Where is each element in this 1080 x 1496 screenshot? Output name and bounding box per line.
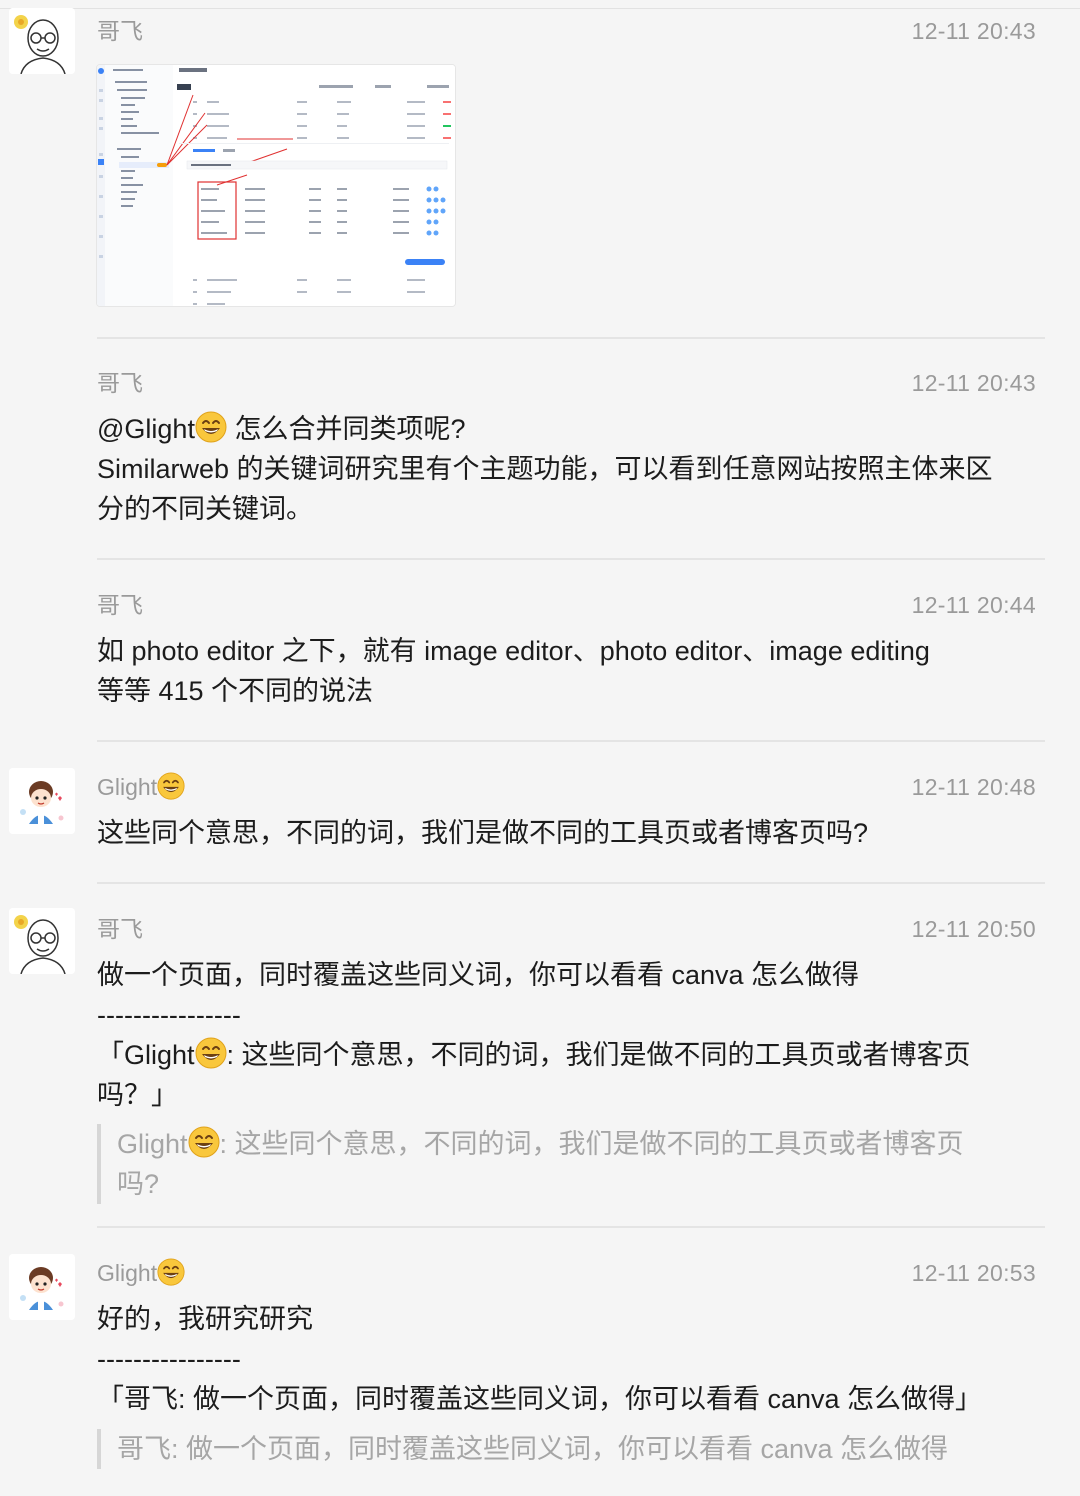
sender-name-text: Glight [97,774,158,800]
timestamp: 12-11 20:50 [911,916,1036,942]
sender-name: 哥飞 [97,18,143,44]
message-line: 做一个页面，同时覆盖这些同义词，你可以看看 canva 怎么做得 [97,960,860,990]
message-line: 好的，我研究研究 [97,1304,313,1334]
dash-separator: ---------------- [97,1344,241,1374]
grinning-face-icon [188,1126,220,1158]
message-divider [97,1226,1045,1228]
reference-line: 哥飞: 做一个页面，同时覆盖这些同义词，你可以看看 canva 怎么做得 [117,1434,949,1464]
message-divider [97,740,1045,742]
reply-reference[interactable]: 哥飞: 做一个页面，同时覆盖这些同义词，你可以看看 canva 怎么做得 [97,1429,1042,1469]
mention[interactable]: @Glight [97,414,195,444]
grinning-face-icon [195,411,227,443]
quote-line: 吗？」 [97,1080,178,1110]
cartoon-boy-avatar[interactable] [9,768,75,834]
grinning-face-icon [157,772,185,800]
message-line: Similarweb 的关键词研究里有个主题功能，可以看到任意网站按照主体来区 [97,454,993,484]
message-divider [97,882,1045,884]
quote-sender: 「Glight [97,1040,195,1070]
reference-line: 吗? [117,1169,160,1199]
quote-line: 「哥飞: 做一个页面，同时覆盖这些同义词，你可以看看 canva 怎么做得」 [97,1384,983,1414]
quote-line: : 这些同个意思，不同的词，我们是做不同的工具页或者博客页 [226,1040,971,1070]
timestamp: 12-11 20:48 [911,774,1036,800]
bald-man-glasses-avatar[interactable] [9,8,75,74]
message-line: 这些同个意思，不同的词，我们是做不同的工具页或者博客页吗? [97,818,869,848]
message-divider [97,558,1045,560]
timestamp: 12-11 20:43 [911,370,1036,396]
message-text[interactable]: 如 photo editor 之下，就有 image editor、photo … [97,631,1042,711]
message-line: 等等 415 个不同的说法 [97,676,374,706]
timestamp: 12-11 20:43 [911,18,1036,44]
sender-name: Glight [97,772,185,802]
cartoon-boy-avatar[interactable] [9,1254,75,1320]
message-text[interactable]: 好的，我研究研究 ---------------- 「哥飞: 做一个页面，同时覆… [97,1299,1042,1419]
sender-name-text: Glight [97,1260,158,1286]
bald-man-glasses-avatar[interactable] [9,908,75,974]
timestamp: 12-11 20:53 [911,1260,1036,1286]
reference-sender: Glight [117,1129,188,1159]
sender-name: 哥飞 [97,592,143,618]
image-attachment[interactable] [96,64,456,307]
message-line: 如 photo editor 之下，就有 image editor、photo … [97,636,930,666]
message-line: 怎么合并同类项呢? [226,414,466,444]
sender-name: 哥飞 [97,370,143,396]
sender-name: Glight [97,1258,185,1288]
dash-separator: ---------------- [97,1000,241,1030]
message-line: 分的不同关键词。 [97,494,313,524]
top-divider [0,8,1080,9]
message-text[interactable]: 这些同个意思，不同的词，我们是做不同的工具页或者博客页吗? [97,813,1042,853]
grinning-face-icon [195,1037,227,1069]
message-text[interactable]: 做一个页面，同时覆盖这些同义词，你可以看看 canva 怎么做得 -------… [97,955,1042,1115]
reference-line: : 这些同个意思，不同的词，我们是做不同的工具页或者博客页 [219,1129,964,1159]
reply-reference[interactable]: Glight : 这些同个意思，不同的词，我们是做不同的工具页或者博客页 吗? [97,1124,1042,1204]
message-text[interactable]: @Glight 怎么合并同类项呢? Similarweb 的关键词研究里有个主题… [97,409,1042,529]
grinning-face-icon [157,1258,185,1286]
message-divider [97,337,1045,339]
timestamp: 12-11 20:44 [911,592,1036,618]
sender-name: 哥飞 [97,916,143,942]
